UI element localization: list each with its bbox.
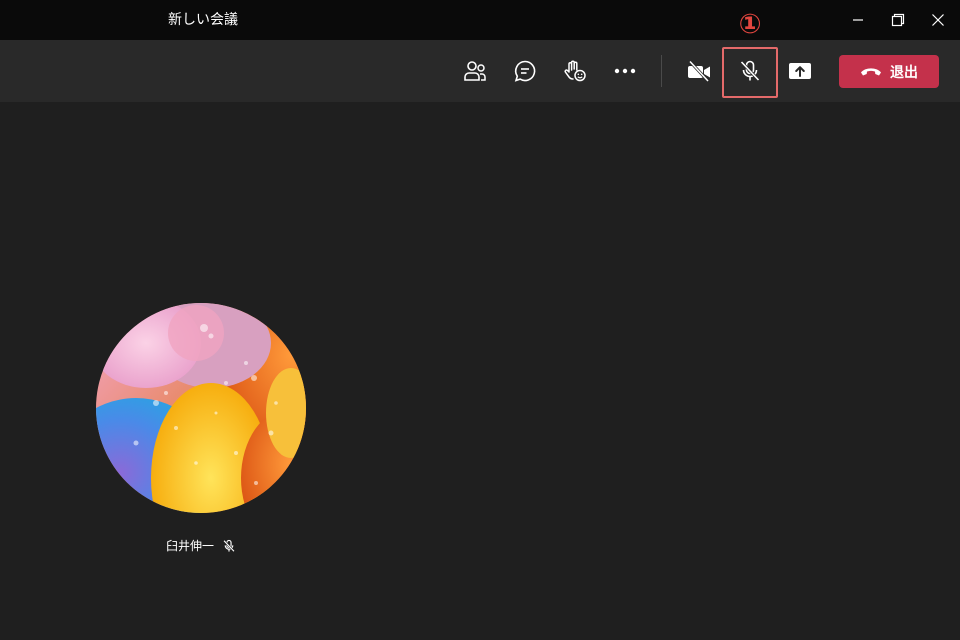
minimize-icon bbox=[853, 19, 863, 21]
participants-button[interactable] bbox=[458, 54, 492, 88]
restore-button[interactable] bbox=[878, 0, 918, 40]
more-icon bbox=[614, 68, 636, 74]
avatar-image bbox=[96, 303, 306, 513]
hang-up-icon bbox=[861, 67, 881, 75]
toolbar-divider bbox=[661, 55, 662, 87]
camera-off-icon bbox=[688, 60, 710, 82]
restore-icon bbox=[891, 13, 905, 27]
leave-label: 退出 bbox=[890, 64, 918, 81]
meeting-toolbar: 退出 bbox=[0, 40, 960, 102]
mic-off-icon bbox=[740, 60, 760, 82]
share-screen-button[interactable] bbox=[783, 54, 817, 88]
mic-toggle-button[interactable] bbox=[733, 54, 767, 88]
chat-icon bbox=[514, 60, 536, 82]
meeting-window: 新しい会議 退出 ① 臼井伸一 bbox=[0, 0, 960, 640]
camera-toggle-button[interactable] bbox=[683, 54, 717, 88]
participant-mic-off-icon bbox=[223, 539, 235, 552]
close-window-button[interactable] bbox=[918, 0, 958, 40]
meeting-stage: 臼井伸一 bbox=[0, 102, 960, 640]
annotation-callout: ① bbox=[738, 9, 762, 40]
title-bar: 新しい会議 bbox=[0, 0, 960, 40]
minimize-button[interactable] bbox=[838, 0, 878, 40]
reactions-button[interactable] bbox=[558, 54, 592, 88]
leave-button[interactable]: 退出 bbox=[839, 55, 939, 88]
chat-button[interactable] bbox=[508, 54, 542, 88]
participant-name: 臼井伸一 bbox=[166, 539, 215, 553]
more-options-button[interactable] bbox=[608, 54, 642, 88]
participant-label: 臼井伸一 bbox=[166, 537, 236, 555]
raise-hand-icon bbox=[564, 60, 586, 82]
close-icon bbox=[932, 14, 944, 26]
window-title: 新しい会議 bbox=[168, 12, 238, 28]
share-screen-icon bbox=[789, 63, 811, 79]
participant-avatar bbox=[96, 303, 306, 513]
people-icon bbox=[464, 61, 486, 81]
